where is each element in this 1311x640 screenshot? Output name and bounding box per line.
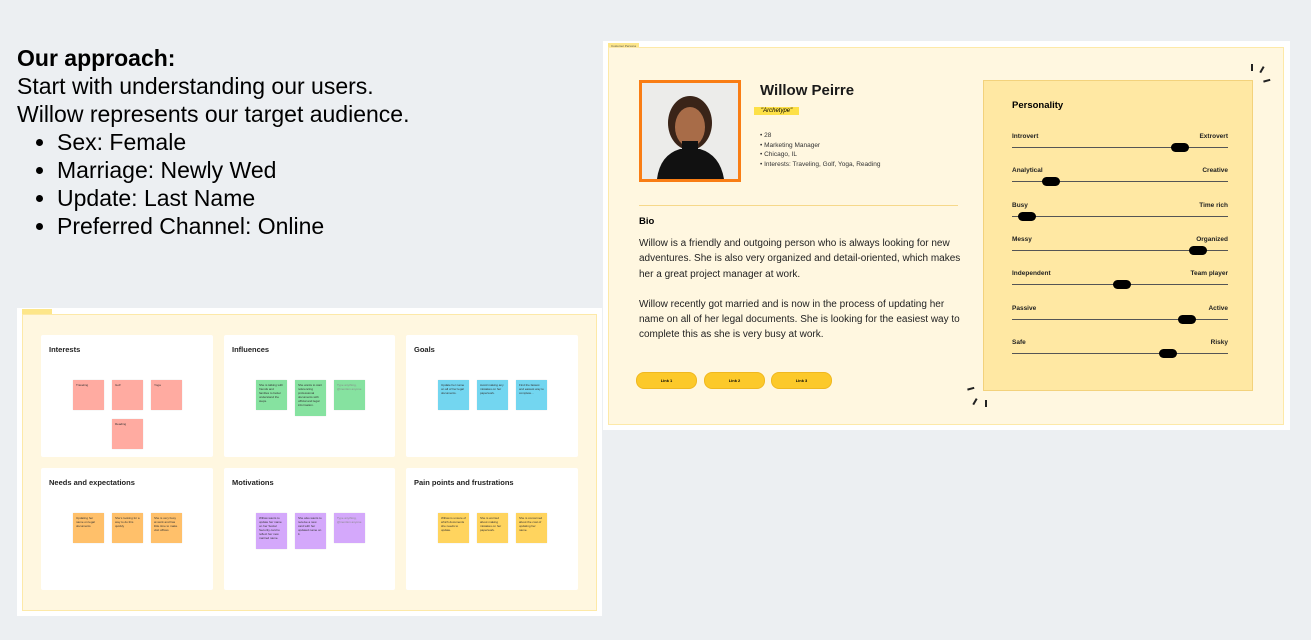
persona-facts: 28 Marketing Manager Chicago, IL Interes… xyxy=(760,131,880,169)
sticky-note[interactable]: Find the fastest and easiest way to comp… xyxy=(516,380,547,410)
sparkle-mark xyxy=(985,400,987,407)
section-title: Pain points and frustrations xyxy=(414,478,514,487)
approach-line: Start with understanding our users. xyxy=(17,73,374,99)
fact-item: Marketing Manager xyxy=(760,141,880,151)
personality-slider[interactable]: Analytical Creative xyxy=(1012,167,1228,191)
slider-left-label: Analytical xyxy=(1012,167,1043,175)
slider-right-label: Team player xyxy=(1190,270,1228,278)
approach-title: Our approach: xyxy=(17,45,176,71)
slider-track xyxy=(1012,215,1228,217)
persona-photo xyxy=(639,80,741,182)
sticky-note[interactable]: Type anything, @mention anyone xyxy=(334,380,365,410)
approach-bullet: Marriage: Newly Wed xyxy=(57,156,409,184)
approach-bullet: Sex: Female xyxy=(57,128,409,156)
board-section: Interests Traveling Golf Yoga Reading xyxy=(41,335,213,457)
slider-left-label: Passive xyxy=(1012,304,1037,312)
board-section: Pain points and frustrations Willow is un… xyxy=(406,468,578,590)
slider-track xyxy=(1012,147,1228,148)
sticky-note[interactable]: She is very busy at work and has little … xyxy=(151,513,182,543)
personality-slider[interactable]: Busy Time rich xyxy=(1012,202,1228,226)
sticky-note[interactable]: She is talking with friends and families… xyxy=(256,380,287,410)
personality-panel: Personality Introvert Extrovert Analytical… xyxy=(983,80,1253,391)
divider xyxy=(639,205,958,206)
slider-thumb[interactable] xyxy=(1113,280,1132,290)
slider-right-label: Extrovert xyxy=(1199,133,1228,140)
approach-text: Our approach: Start with understanding o… xyxy=(17,44,409,240)
board-section: Goals Update her name on all of her legal… xyxy=(406,335,578,457)
sticky-note[interactable]: Type anything, @mention anyone xyxy=(334,513,365,543)
board-section: Influences She is talking with friends an… xyxy=(224,335,395,457)
sticky-note[interactable]: She is concerned about the cost of updat… xyxy=(516,513,547,543)
sticky-note[interactable]: She also wants to receive a new card wit… xyxy=(295,513,326,549)
section-title: Goals xyxy=(414,345,435,354)
sticky-note[interactable]: Yoga xyxy=(151,380,182,410)
sticky-note[interactable]: She wants to start referencing professio… xyxy=(295,380,326,416)
sticky-note[interactable]: Golf xyxy=(112,380,143,410)
sticky-note[interactable]: Traveling xyxy=(73,380,104,410)
link-2-button[interactable]: Link 2 xyxy=(704,372,765,389)
slider-right-label: Time rich xyxy=(1199,201,1228,209)
bio-paragraph: Willow recently got married and is now i… xyxy=(639,298,960,341)
slider-right-label: Risky xyxy=(1210,338,1228,346)
section-title: Needs and expectations xyxy=(49,478,135,487)
link-1-button[interactable]: Link 1 xyxy=(636,372,697,389)
section-title: Motivations xyxy=(232,478,274,487)
slider-thumb[interactable] xyxy=(1041,177,1060,187)
bio-text: Willow is a friendly and outgoing person… xyxy=(639,236,969,358)
sticky-note[interactable]: Updating her name on legal documents xyxy=(73,513,104,543)
slider-left-label: Busy xyxy=(1012,201,1028,209)
slider-thumb[interactable] xyxy=(1158,348,1177,358)
sticky-note[interactable]: Avoid making any mistakes on her paperwo… xyxy=(477,380,508,410)
sticky-note[interactable]: She's looking for a way to do this quick… xyxy=(112,513,143,543)
sticky-note[interactable]: Willow wants to update her name on her S… xyxy=(256,513,287,549)
slider-left-label: Independent xyxy=(1012,270,1051,278)
section-title: Interests xyxy=(49,345,81,354)
persona-archetype: "Archetype" xyxy=(754,107,800,115)
slider-thumb[interactable] xyxy=(1018,211,1037,221)
sticky-note[interactable]: Reading xyxy=(112,419,143,449)
fact-item: 28 xyxy=(760,131,880,141)
sparkle-mark xyxy=(1251,64,1253,71)
personality-slider[interactable]: Independent Team player xyxy=(1012,270,1228,294)
personality-title: Personality xyxy=(1012,100,1064,111)
slider-right-label: Creative xyxy=(1202,167,1228,175)
slider-track xyxy=(1012,352,1228,354)
slider-left-label: Messy xyxy=(1012,235,1032,243)
sticky-note[interactable]: Update her name on all of her legal docu… xyxy=(438,380,469,410)
fact-item: Interests: Traveling, Golf, Yoga, Readin… xyxy=(760,160,880,170)
slider-right-label: Active xyxy=(1208,304,1228,312)
personality-slider[interactable]: Passive Active xyxy=(1012,305,1228,329)
slider-thumb[interactable] xyxy=(1171,143,1190,152)
personality-slider[interactable]: Safe Risky xyxy=(1012,339,1228,363)
approach-bullet: Update: Last Name xyxy=(57,184,409,212)
personality-slider[interactable]: Messy Organized xyxy=(1012,236,1228,260)
bio-paragraph: Willow is a friendly and outgoing person… xyxy=(639,238,961,280)
section-title: Influences xyxy=(232,345,270,354)
personality-slider[interactable]: Introvert Extrovert xyxy=(1012,133,1228,157)
approach-line: Willow represents our target audience. xyxy=(17,101,410,127)
bio-heading: Bio xyxy=(639,216,655,227)
sticky-note[interactable]: She is worried about making mistakes on … xyxy=(477,513,508,543)
slider-thumb[interactable] xyxy=(1177,314,1196,324)
persona-name: Willow Peirre xyxy=(760,82,855,99)
board-section: Needs and expectations Updating her name … xyxy=(41,468,213,590)
approach-bullet: Preferred Channel: Online xyxy=(57,212,409,240)
board-section: Motivations Willow wants to update her na… xyxy=(224,468,395,590)
link-3-button[interactable]: Link 3 xyxy=(771,372,832,389)
sticky-note[interactable]: Willow is unsure of which documents she … xyxy=(438,513,469,543)
slider-thumb[interactable] xyxy=(1188,245,1207,255)
slider-left-label: Introvert xyxy=(1012,133,1039,140)
fact-item: Chicago, IL xyxy=(760,150,880,160)
slider-right-label: Organized xyxy=(1196,235,1228,243)
slider-left-label: Safe xyxy=(1012,338,1026,346)
